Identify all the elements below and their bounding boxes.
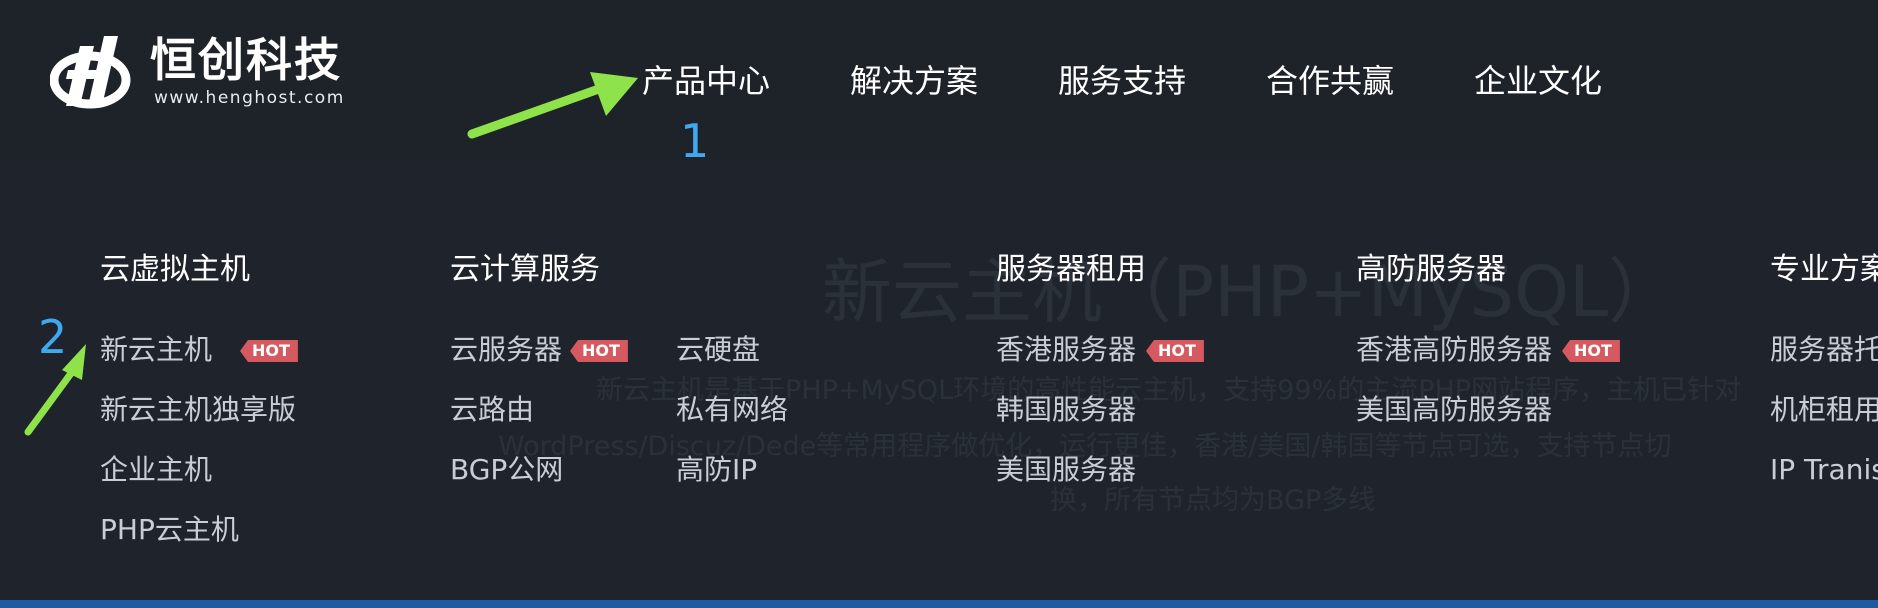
menu-column-title: 云计算服务 [450,252,600,287]
menu-item-rack-rental[interactable]: 机柜租用 [1770,390,1878,430]
page-bottom-strip [0,600,1878,608]
product-dropdown-menu: 云虚拟主机 新云主机 HOT 新云主机独享版 企业主机 PHP云主机 云计算服务… [0,160,1878,600]
nav-culture[interactable]: 企业文化 [1474,55,1602,107]
menu-item-new-cloud-host[interactable]: 新云主机 [100,330,212,370]
logo[interactable]: 恒创科技 www.henghost.com [50,32,350,112]
menu-item-hk-ddos-server[interactable]: 香港高防服务器 [1356,330,1552,370]
menu-column-title: 服务器租用 [996,252,1146,287]
hot-badge: HOT [1562,340,1620,362]
annotation-number: 1 [680,114,710,168]
menu-item-php-cloud-host[interactable]: PHP云主机 [100,510,239,550]
menu-item-hk-server[interactable]: 香港服务器 [996,330,1136,370]
menu-column-title: 云虚拟主机 [100,252,250,287]
annotation-number: 2 [38,310,68,364]
hot-badge: HOT [240,340,298,362]
menu-item-cloud-server[interactable]: 云服务器 [450,330,562,370]
menu-item-ip-transit[interactable]: IP Tranis [1770,450,1878,490]
brand-url: www.henghost.com [154,88,345,108]
nav-support[interactable]: 服务支持 [1058,55,1186,107]
menu-item-enterprise-host[interactable]: 企业主机 [100,450,212,490]
menu-item-ddos-ip[interactable]: 高防IP [676,450,757,490]
menu-item-us-server[interactable]: 美国服务器 [996,450,1136,490]
nav-partners[interactable]: 合作共赢 [1266,55,1394,107]
menu-item-dedicated-cloud-host[interactable]: 新云主机独享版 [100,390,296,430]
menu-column-title: 高防服务器 [1356,252,1506,287]
menu-item-bgp-network[interactable]: BGP公网 [450,450,563,490]
brand-name: 恒创科技 [150,33,342,87]
menu-item-kr-server[interactable]: 韩国服务器 [996,390,1136,430]
menu-item-private-network[interactable]: 私有网络 [676,390,788,430]
menu-item-cloud-router[interactable]: 云路由 [450,390,534,430]
menu-item-cloud-disk[interactable]: 云硬盘 [676,330,760,370]
menu-column-title: 专业方案 [1770,252,1878,287]
menu-item-server-hosting[interactable]: 服务器托 [1770,330,1878,370]
hot-badge: HOT [570,340,628,362]
nav-product-center[interactable]: 产品中心 [642,55,770,107]
hot-badge: HOT [1146,340,1204,362]
menu-item-us-ddos-server[interactable]: 美国高防服务器 [1356,390,1552,430]
nav-solutions[interactable]: 解决方案 [850,55,978,107]
header-bar: 恒创科技 www.henghost.com 产品中心 解决方案 服务支持 合作共… [0,0,1878,160]
henghost-logo-icon [50,36,131,109]
